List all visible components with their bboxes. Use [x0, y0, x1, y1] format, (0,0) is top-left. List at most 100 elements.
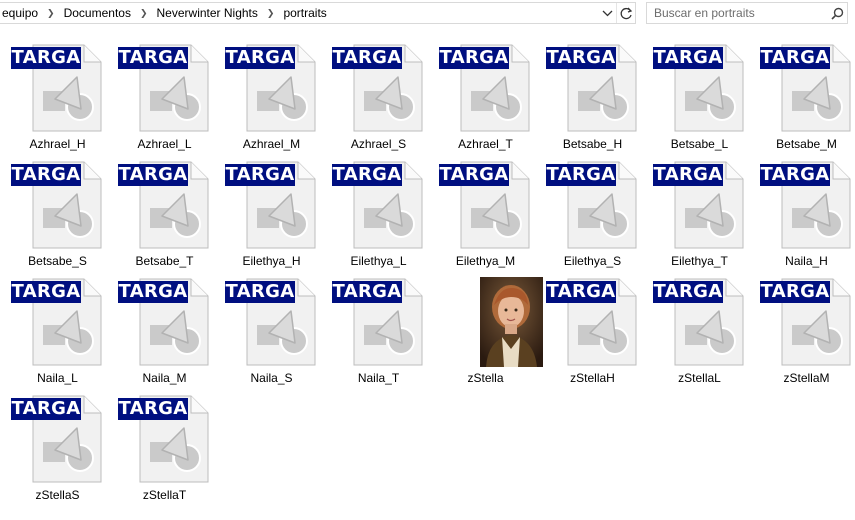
- file-item-zstellah[interactable]: TARGA zStellaH: [539, 272, 646, 389]
- toolbar: equipo ❯ Documentos ❯ Neverwinter Nights…: [0, 0, 855, 28]
- file-thumbnail[interactable]: [443, 277, 543, 367]
- file-name[interactable]: Naila_T: [325, 371, 432, 385]
- file-name[interactable]: Naila_H: [753, 254, 855, 268]
- file-item-azhrael-l[interactable]: TARGA Azhrael_L: [111, 38, 218, 155]
- address-bar[interactable]: equipo ❯ Documentos ❯ Neverwinter Nights…: [0, 2, 636, 24]
- file-name[interactable]: Betsabe_H: [539, 137, 646, 151]
- file-item-azhrael-t[interactable]: TARGA Azhrael_T: [432, 38, 539, 155]
- file-name[interactable]: Eilethya_L: [325, 254, 432, 268]
- search-input[interactable]: [647, 4, 827, 22]
- file-item-betsabe-l[interactable]: TARGA Betsabe_L: [646, 38, 753, 155]
- file-name[interactable]: Eilethya_T: [646, 254, 753, 268]
- file-thumbnail[interactable]: TARGA: [546, 277, 640, 367]
- file-thumbnail[interactable]: TARGA: [11, 277, 105, 367]
- file-thumbnail[interactable]: TARGA: [332, 277, 426, 367]
- refresh-icon[interactable]: [616, 3, 635, 23]
- file-name[interactable]: Naila_S: [218, 371, 325, 385]
- search-icon[interactable]: [827, 3, 847, 23]
- file-thumbnail[interactable]: TARGA: [760, 160, 854, 250]
- file-item-naila-l[interactable]: TARGA Naila_L: [4, 272, 111, 389]
- targa-badge: TARGA: [118, 164, 188, 186]
- file-thumbnail[interactable]: TARGA: [225, 160, 319, 250]
- targa-badge: TARGA: [653, 47, 723, 69]
- file-item-eilethya-t[interactable]: TARGA Eilethya_T: [646, 155, 753, 272]
- chevron-down-icon[interactable]: [599, 3, 616, 23]
- breadcrumb-documentos[interactable]: Documentos: [60, 6, 135, 20]
- file-thumbnail[interactable]: TARGA: [760, 43, 854, 133]
- file-thumbnail[interactable]: TARGA: [439, 43, 533, 133]
- file-name[interactable]: Eilethya_M: [432, 254, 539, 268]
- file-item-azhrael-h[interactable]: TARGA Azhrael_H: [4, 38, 111, 155]
- file-item-naila-h[interactable]: TARGA Naila_H: [753, 155, 855, 272]
- file-item-zstellam[interactable]: TARGA zStellaM: [753, 272, 855, 389]
- file-name[interactable]: Eilethya_H: [218, 254, 325, 268]
- search-box[interactable]: [646, 2, 848, 24]
- file-thumbnail[interactable]: TARGA: [653, 277, 747, 367]
- file-item-eilethya-s[interactable]: TARGA Eilethya_S: [539, 155, 646, 272]
- file-item-eilethya-h[interactable]: TARGA Eilethya_H: [218, 155, 325, 272]
- targa-badge: TARGA: [439, 164, 509, 186]
- file-item-betsabe-t[interactable]: TARGA Betsabe_T: [111, 155, 218, 272]
- file-name[interactable]: zStellaL: [646, 371, 753, 385]
- file-thumbnail[interactable]: TARGA: [118, 394, 212, 484]
- breadcrumb-neverwinter-nights[interactable]: Neverwinter Nights: [153, 6, 262, 20]
- targa-badge: TARGA: [225, 47, 295, 69]
- file-thumbnail[interactable]: TARGA: [225, 43, 319, 133]
- chevron-right-icon[interactable]: ❯: [262, 8, 280, 19]
- file-name[interactable]: zStella: [432, 371, 539, 385]
- file-name[interactable]: zStellaT: [111, 488, 218, 502]
- breadcrumb-portraits[interactable]: portraits: [279, 6, 330, 20]
- file-name[interactable]: Betsabe_T: [111, 254, 218, 268]
- file-name[interactable]: Naila_M: [111, 371, 218, 385]
- file-item-betsabe-h[interactable]: TARGA Betsabe_H: [539, 38, 646, 155]
- file-name[interactable]: Betsabe_M: [753, 137, 855, 151]
- chevron-right-icon[interactable]: ❯: [42, 8, 60, 19]
- file-item-naila-t[interactable]: TARGA Naila_T: [325, 272, 432, 389]
- file-item-betsabe-s[interactable]: TARGA Betsabe_S: [4, 155, 111, 272]
- file-name[interactable]: Betsabe_S: [4, 254, 111, 268]
- file-item-eilethya-m[interactable]: TARGA Eilethya_M: [432, 155, 539, 272]
- file-thumbnail[interactable]: TARGA: [118, 160, 212, 250]
- file-item-azhrael-m[interactable]: TARGA Azhrael_M: [218, 38, 325, 155]
- file-item-zstellas[interactable]: TARGA zStellaS: [4, 389, 111, 506]
- file-thumbnail[interactable]: TARGA: [760, 277, 854, 367]
- file-name[interactable]: Azhrael_L: [111, 137, 218, 151]
- file-item-naila-m[interactable]: TARGA Naila_M: [111, 272, 218, 389]
- file-name[interactable]: Eilethya_S: [539, 254, 646, 268]
- file-name[interactable]: zStellaM: [753, 371, 855, 385]
- file-item-betsabe-m[interactable]: TARGA Betsabe_M: [753, 38, 855, 155]
- file-thumbnail[interactable]: TARGA: [546, 160, 640, 250]
- file-name[interactable]: Betsabe_L: [646, 137, 753, 151]
- file-name[interactable]: zStellaH: [539, 371, 646, 385]
- chevron-right-icon[interactable]: ❯: [135, 8, 153, 19]
- targa-badge: TARGA: [118, 398, 188, 420]
- file-thumbnail[interactable]: TARGA: [332, 160, 426, 250]
- targa-badge: TARGA: [546, 164, 616, 186]
- file-thumbnail[interactable]: TARGA: [439, 160, 533, 250]
- file-item-naila-s[interactable]: TARGA Naila_S: [218, 272, 325, 389]
- file-name[interactable]: Azhrael_H: [4, 137, 111, 151]
- file-thumbnail[interactable]: TARGA: [332, 43, 426, 133]
- file-thumbnail[interactable]: TARGA: [118, 43, 212, 133]
- file-thumbnail[interactable]: TARGA: [653, 160, 747, 250]
- file-thumbnail[interactable]: TARGA: [11, 160, 105, 250]
- file-name[interactable]: zStellaS: [4, 488, 111, 502]
- file-thumbnail[interactable]: TARGA: [118, 277, 212, 367]
- file-name[interactable]: Azhrael_M: [218, 137, 325, 151]
- targa-badge: TARGA: [332, 47, 402, 69]
- targa-badge: TARGA: [760, 47, 830, 69]
- file-name[interactable]: Naila_L: [4, 371, 111, 385]
- file-item-azhrael-s[interactable]: TARGA Azhrael_S: [325, 38, 432, 155]
- file-thumbnail[interactable]: TARGA: [225, 277, 319, 367]
- file-thumbnail[interactable]: TARGA: [11, 43, 105, 133]
- file-thumbnail[interactable]: TARGA: [653, 43, 747, 133]
- file-thumbnail[interactable]: TARGA: [546, 43, 640, 133]
- file-thumbnail[interactable]: TARGA: [11, 394, 105, 484]
- file-item-zstella[interactable]: zStella: [432, 272, 543, 389]
- file-name[interactable]: Azhrael_S: [325, 137, 432, 151]
- breadcrumb-equipo[interactable]: equipo: [0, 6, 42, 20]
- file-item-eilethya-l[interactable]: TARGA Eilethya_L: [325, 155, 432, 272]
- file-item-zstellal[interactable]: TARGA zStellaL: [646, 272, 753, 389]
- file-item-zstellat[interactable]: TARGA zStellaT: [111, 389, 218, 506]
- file-name[interactable]: Azhrael_T: [432, 137, 539, 151]
